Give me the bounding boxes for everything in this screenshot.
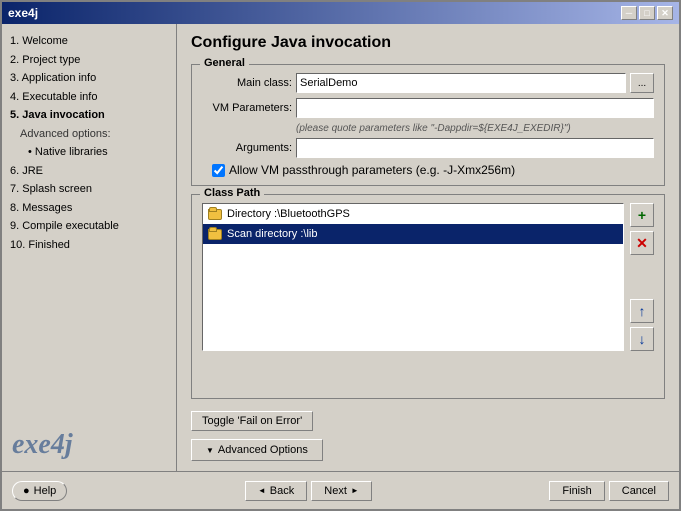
content-area: Configure Java invocation General Main c… — [177, 24, 679, 471]
sidebar-item-messages[interactable]: 8. Messages — [8, 199, 170, 218]
toggle-fail-button[interactable]: Toggle 'Fail on Error' — [191, 411, 313, 431]
next-label: Next — [324, 485, 347, 497]
classpath-group-label: Class Path — [200, 187, 264, 199]
sidebar: 1. Welcome 2. Project type 3. Applicatio… — [2, 24, 177, 471]
close-button[interactable]: ✕ — [657, 6, 673, 20]
advanced-section: ▼ Advanced Options — [191, 439, 665, 461]
maximize-button[interactable]: □ — [639, 6, 655, 20]
advanced-options-button[interactable]: ▼ Advanced Options — [191, 439, 323, 461]
sidebar-item-executable[interactable]: 4. Executable info — [8, 88, 170, 107]
vm-passthrough-row: Allow VM passthrough parameters (e.g. -J… — [212, 163, 654, 177]
page-title: Configure Java invocation — [191, 34, 665, 52]
vm-passthrough-label: Allow VM passthrough parameters (e.g. -J… — [229, 163, 515, 177]
general-group: General Main class: ... VM Parameters: (… — [191, 64, 665, 186]
help-icon: ● — [23, 485, 30, 497]
list-item[interactable]: Scan directory :\lib — [203, 224, 623, 244]
help-label: Help — [34, 485, 57, 497]
title-bar: exe4j ─ □ ✕ — [2, 2, 679, 24]
finish-button[interactable]: Finish — [549, 481, 604, 501]
next-arrow-icon: ► — [351, 486, 359, 495]
vm-params-hint: (please quote parameters like "-Dappdir=… — [296, 123, 654, 134]
main-class-label: Main class: — [202, 77, 292, 89]
back-label: Back — [270, 485, 294, 497]
sidebar-item-jre[interactable]: 6. JRE — [8, 162, 170, 181]
arguments-label: Arguments: — [202, 142, 292, 154]
sidebar-item-compile[interactable]: 9. Compile executable — [8, 217, 170, 236]
finish-cancel-group: Finish Cancel — [549, 481, 669, 501]
sidebar-item-project-type[interactable]: 2. Project type — [8, 51, 170, 70]
advanced-options-label: Advanced Options — [218, 444, 308, 456]
back-button[interactable]: ◄ Back — [245, 481, 307, 501]
sidebar-item-java-invocation[interactable]: 5. Java invocation — [8, 106, 170, 125]
move-up-button[interactable]: ↑ — [630, 299, 654, 323]
vm-passthrough-checkbox[interactable] — [212, 164, 225, 177]
vm-params-row: VM Parameters: — [202, 98, 654, 118]
arguments-row: Arguments: — [202, 138, 654, 158]
add-classpath-button[interactable]: + — [630, 203, 654, 227]
classpath-item-0: Directory :\BluetoothGPS — [227, 208, 350, 220]
bottom-bar: ● Help ◄ Back Next ► Finish Cancel — [2, 471, 679, 509]
sidebar-logo: exe4j — [12, 429, 73, 461]
toggle-section: Toggle 'Fail on Error' — [191, 411, 665, 431]
window-title: exe4j — [8, 6, 38, 20]
main-class-row: Main class: ... — [202, 73, 654, 93]
cancel-button[interactable]: Cancel — [609, 481, 669, 501]
sidebar-item-native-libraries[interactable]: • Native libraries — [8, 143, 170, 162]
classpath-group: Class Path Directory :\BluetoothGPS — [191, 194, 665, 399]
arguments-input[interactable] — [296, 138, 654, 158]
sidebar-item-splash[interactable]: 7. Splash screen — [8, 180, 170, 199]
move-down-button[interactable]: ↓ — [630, 327, 654, 351]
scan-folder-icon — [207, 226, 223, 242]
folder-icon — [207, 206, 223, 222]
sidebar-item-finished[interactable]: 10. Finished — [8, 236, 170, 255]
advanced-arrow-icon: ▼ — [206, 446, 214, 455]
sidebar-item-welcome[interactable]: 1. Welcome — [8, 32, 170, 51]
main-class-input[interactable] — [296, 73, 626, 93]
classpath-list[interactable]: Directory :\BluetoothGPS Scan directory … — [202, 203, 624, 351]
next-button[interactable]: Next ► — [311, 481, 372, 501]
main-window: exe4j ─ □ ✕ 1. Welcome 2. Project type 3… — [0, 0, 681, 511]
classpath-buttons: + ✕ ↑ ↓ — [630, 203, 654, 351]
sidebar-item-advanced-options-label: Advanced options: — [8, 125, 170, 144]
classpath-content: Directory :\BluetoothGPS Scan directory … — [202, 203, 654, 351]
list-item[interactable]: Directory :\BluetoothGPS — [203, 204, 623, 224]
title-bar-buttons: ─ □ ✕ — [621, 6, 673, 20]
minimize-button[interactable]: ─ — [621, 6, 637, 20]
remove-classpath-button[interactable]: ✕ — [630, 231, 654, 255]
sidebar-item-app-info[interactable]: 3. Application info — [8, 69, 170, 88]
classpath-item-1: Scan directory :\lib — [227, 228, 317, 240]
main-content: 1. Welcome 2. Project type 3. Applicatio… — [2, 24, 679, 471]
back-arrow-icon: ◄ — [258, 486, 266, 495]
vm-params-input[interactable] — [296, 98, 654, 118]
main-class-browse-button[interactable]: ... — [630, 73, 654, 93]
help-button[interactable]: ● Help — [12, 481, 67, 501]
nav-group: ◄ Back Next ► — [245, 481, 372, 501]
vm-params-label: VM Parameters: — [202, 102, 292, 114]
general-group-label: General — [200, 57, 249, 69]
